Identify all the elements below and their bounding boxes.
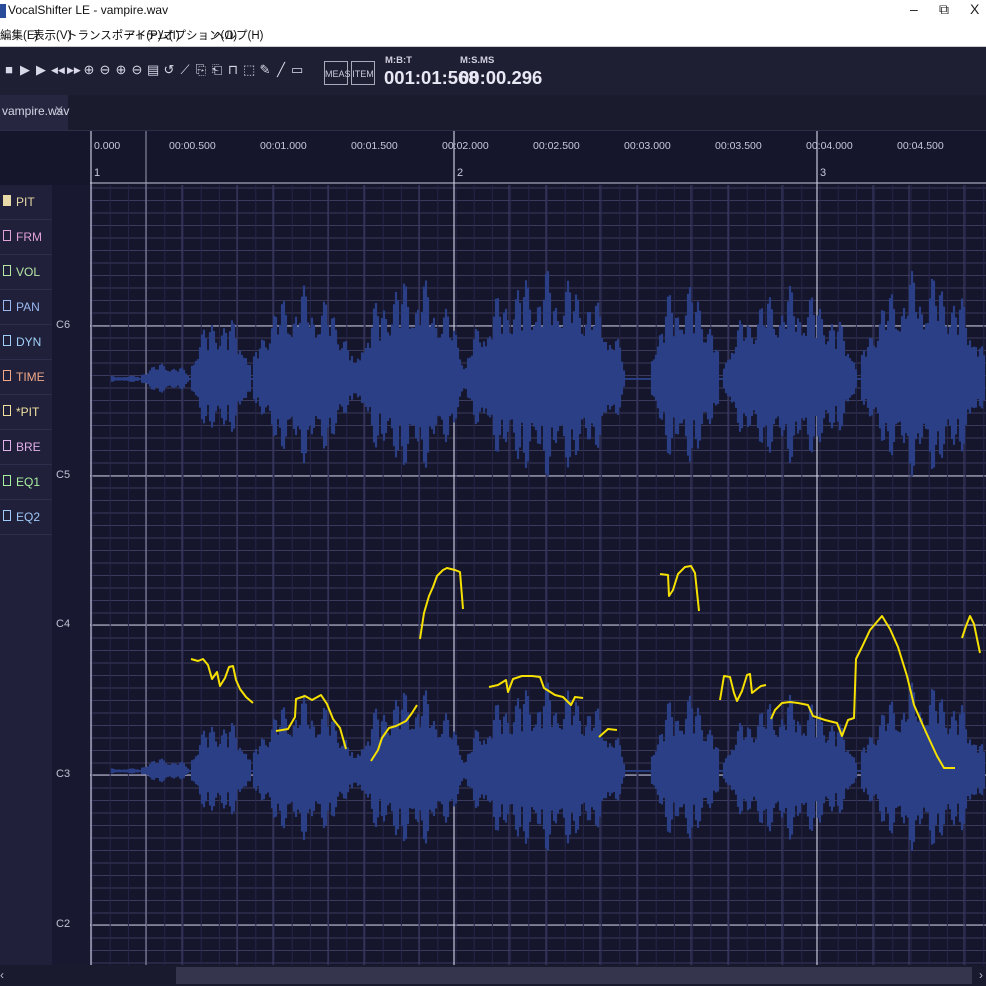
- pitch-editor-canvas[interactable]: [0, 0, 986, 986]
- waveform: [110, 271, 986, 477]
- scroll-thumb[interactable]: [176, 967, 972, 984]
- horizontal-scrollbar[interactable]: ‹ ›: [0, 965, 986, 986]
- pitch-curve: [961, 615, 981, 654]
- scroll-left-arrow[interactable]: ‹: [0, 968, 4, 982]
- scroll-right-arrow[interactable]: ›: [979, 968, 983, 982]
- pitch-curve: [419, 567, 464, 640]
- pitch-curve: [190, 658, 254, 704]
